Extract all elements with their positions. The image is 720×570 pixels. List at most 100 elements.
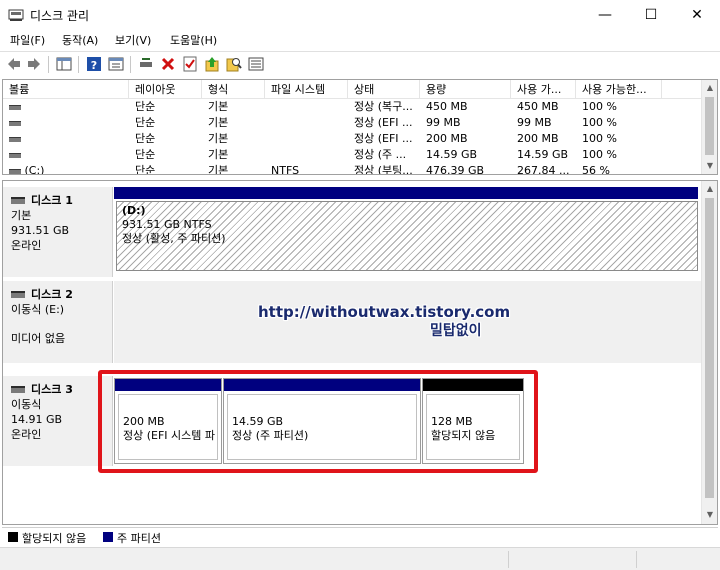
up-arrow-icon[interactable] xyxy=(204,56,220,72)
disk-management-app-icon xyxy=(8,9,24,21)
status-cell xyxy=(636,551,720,568)
partition-d[interactable]: (D:) 931.51 GB NTFS 정상 (활성, 주 파티션) xyxy=(114,187,698,271)
volume-status: 정상 (부팅... xyxy=(354,164,413,175)
volume-type: 기본 xyxy=(208,148,229,161)
scroll-up-icon[interactable]: ▲ xyxy=(702,181,717,197)
legend-primary: 주 파티션 xyxy=(117,532,161,545)
volume-type: 기본 xyxy=(208,164,229,175)
volume-row[interactable]: 단순 기본 정상 (복구... 450 MB 450 MB 100 % xyxy=(3,99,717,115)
volume-status: 정상 (EFI ... xyxy=(354,116,413,129)
title-bar: 디스크 관리 — ☐ ✕ xyxy=(0,0,720,30)
volume-row[interactable]: 단순 기본 정상 (주 ... 14.59 GB 14.59 GB 100 % xyxy=(3,147,717,163)
delete-icon[interactable] xyxy=(160,56,176,72)
menu-view[interactable]: 보기(V) xyxy=(115,32,151,48)
maximize-icon: ☐ xyxy=(644,7,658,23)
column-volume[interactable]: 볼륨 xyxy=(3,80,129,99)
console-tree-icon[interactable] xyxy=(56,56,72,72)
disk-3-status: 온라인 xyxy=(11,428,42,441)
disk-1-size: 931.51 GB xyxy=(11,224,70,237)
volume-type: 기본 xyxy=(208,116,229,129)
scroll-thumb[interactable] xyxy=(705,198,714,498)
volume-row[interactable]: 단순 기본 정상 (EFI ... 200 MB 200 MB 100 % xyxy=(3,131,717,147)
volume-layout: 단순 xyxy=(135,132,156,145)
unallocated-swatch xyxy=(8,532,18,542)
volume-percent: 100 % xyxy=(582,116,617,129)
disk-3-title-row: 디스크 3 xyxy=(11,382,104,397)
disk-icon xyxy=(11,291,25,298)
column-type[interactable]: 형식 xyxy=(202,80,265,99)
volume-free: 200 MB xyxy=(517,132,559,145)
disk-1-type: 기본 xyxy=(11,209,32,222)
minimize-button[interactable]: — xyxy=(582,0,628,30)
volume-fs xyxy=(265,115,348,131)
column-capacity[interactable]: 용량 xyxy=(420,80,511,99)
disk-2-type: 이동식 (E:) xyxy=(11,303,65,316)
disk-1-status: 온라인 xyxy=(11,239,42,252)
disk-1-title-row: 디스크 1 xyxy=(11,193,104,208)
graph-scrollbar[interactable]: ▲ ▼ xyxy=(701,181,717,524)
volume-capacity: 99 MB xyxy=(426,116,461,129)
volume-fs xyxy=(265,99,348,115)
volume-free: 99 MB xyxy=(517,116,552,129)
close-button[interactable]: ✕ xyxy=(674,0,720,30)
column-layout[interactable]: 레이아웃 xyxy=(129,80,202,99)
disk-2-empty-area xyxy=(114,281,702,363)
scroll-thumb[interactable] xyxy=(705,97,714,155)
disk-2-media: 미디어 없음 xyxy=(11,332,66,345)
volume-layout: 단순 xyxy=(135,164,156,175)
volume-list[interactable]: 볼륨 레이아웃 형식 파일 시스템 상태 용량 사용 가... 사용 가능한..… xyxy=(2,79,718,175)
list-icon[interactable] xyxy=(248,56,264,72)
toolbar-separator xyxy=(130,56,131,73)
legend: 할당되지 않음 주 파티션 xyxy=(2,527,718,545)
forward-icon[interactable] xyxy=(26,56,42,72)
scroll-down-icon[interactable]: ▼ xyxy=(702,507,717,523)
connect-icon[interactable] xyxy=(138,56,154,72)
volume-free: 14.59 GB xyxy=(517,148,569,161)
menu-help[interactable]: 도움말(H) xyxy=(170,32,217,48)
volume-icon-cell xyxy=(3,115,129,131)
check-icon[interactable] xyxy=(182,56,198,72)
drive-icon xyxy=(9,152,21,158)
column-percent-free[interactable]: 사용 가능한... xyxy=(576,80,662,99)
volume-layout: 단순 xyxy=(135,148,156,161)
search-icon[interactable] xyxy=(226,56,242,72)
scroll-up-icon[interactable]: ▲ xyxy=(702,80,717,96)
disk-3-info[interactable]: 디스크 3 이동식 14.91 GB 온라인 xyxy=(3,376,113,466)
disk-graphical-view[interactable]: 디스크 1 기본 931.51 GB 온라인 (D:) 931.51 GB NT… xyxy=(2,180,718,525)
status-bar xyxy=(0,547,720,570)
partition-d-bar xyxy=(114,187,698,199)
window-title: 디스크 관리 xyxy=(30,9,90,23)
status-cell xyxy=(508,551,636,568)
disk-3-size: 14.91 GB xyxy=(11,413,63,426)
volume-row[interactable]: 단순 기본 정상 (EFI ... 99 MB 99 MB 100 % xyxy=(3,115,717,131)
volume-percent: 56 % xyxy=(582,164,610,175)
disk-2-title-row: 디스크 2 xyxy=(11,287,104,302)
column-status[interactable]: 상태 xyxy=(348,80,420,99)
highlight-box xyxy=(98,370,538,473)
toolbar-separator xyxy=(78,56,79,73)
volume-icon-cell xyxy=(3,131,129,147)
help-icon[interactable]: ? xyxy=(86,56,102,72)
volume-capacity: 450 MB xyxy=(426,100,468,113)
disk-2-info[interactable]: 디스크 2 이동식 (E:) 미디어 없음 xyxy=(3,281,113,363)
maximize-button[interactable]: ☐ xyxy=(628,0,674,30)
column-file-system[interactable]: 파일 시스템 xyxy=(265,80,348,99)
volume-list-scrollbar[interactable]: ▲ ▼ xyxy=(701,80,717,174)
menu-file[interactable]: 파일(F) xyxy=(10,32,45,48)
disk-1-info[interactable]: 디스크 1 기본 931.51 GB 온라인 xyxy=(3,187,113,277)
volume-row[interactable]: (C:) 단순 기본 NTFS 정상 (부팅... 476.39 GB 267.… xyxy=(3,163,717,175)
disk-1-name: 디스크 1 xyxy=(31,194,73,207)
column-free-space[interactable]: 사용 가... xyxy=(511,80,576,99)
toolbar: ? xyxy=(0,51,720,77)
drive-icon xyxy=(9,120,21,126)
volume-icon-cell: (C:) xyxy=(3,163,129,174)
volume-capacity: 200 MB xyxy=(426,132,468,145)
volume-icon-cell xyxy=(3,99,129,115)
properties-icon[interactable] xyxy=(108,56,124,72)
volume-percent: 100 % xyxy=(582,100,617,113)
volume-fs xyxy=(265,147,348,163)
menu-action[interactable]: 동작(A) xyxy=(62,32,98,48)
back-icon[interactable] xyxy=(6,56,22,72)
scroll-down-icon[interactable]: ▼ xyxy=(702,158,717,174)
volume-percent: 100 % xyxy=(582,148,617,161)
